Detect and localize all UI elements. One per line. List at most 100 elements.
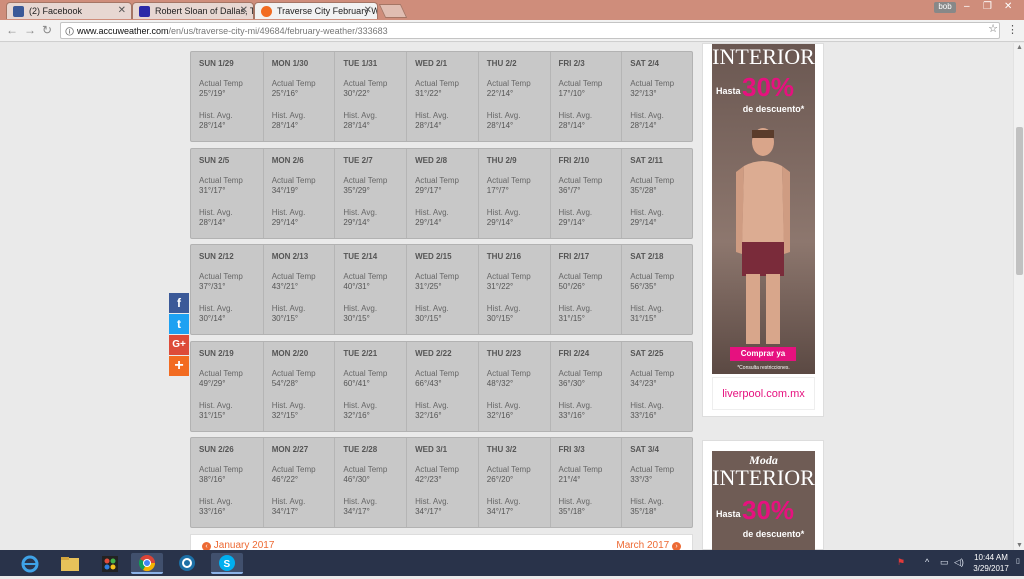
tray-expand-icon[interactable]: ^ (925, 557, 929, 567)
calendar-day[interactable]: SAT 2/4 Actual Temp 32°/13° Hist. Avg. 28°/1… (621, 52, 692, 141)
calendar-day[interactable]: MON 2/6 Actual Temp 34°/19° Hist. Avg. 29°/1… (262, 149, 334, 238)
hist-avg-label: Hist. Avg. (343, 304, 378, 313)
address-bar[interactable]: 🛈 www.accuweather.com/en/us/traverse-cit… (60, 22, 1000, 39)
actual-temp-label: Actual Temp (271, 272, 316, 281)
tab-close-icon[interactable]: ✕ (118, 5, 126, 16)
calendar-day[interactable]: SUN 2/5 Actual Temp 31°/17° Hist. Avg. 28°/1… (191, 149, 262, 238)
volume-icon[interactable]: ◁) (954, 557, 964, 568)
skype-icon[interactable]: S (211, 553, 243, 574)
calendar-day[interactable]: FRI 2/10 Actual Temp 36°/7° Hist. Avg. 29°/1… (549, 149, 621, 238)
tab-close-icon[interactable]: ✕ (364, 5, 372, 16)
ad-logo[interactable]: liverpool.com.mx (712, 377, 815, 410)
calendar-day[interactable]: MON 2/13 Actual Temp 43°/21° Hist. Avg. 30°/… (262, 245, 334, 334)
ad-descuento: de descuento* (742, 104, 805, 114)
profile-button[interactable]: bob (934, 2, 956, 13)
calendar-day[interactable]: SAT 2/18 Actual Temp 56°/35° Hist. Avg. 31°/… (621, 245, 692, 334)
scroll-down-icon[interactable]: ▼ (1016, 542, 1023, 549)
file-explorer-icon[interactable] (54, 553, 86, 574)
calendar-day[interactable]: SAT 3/4 Actual Temp 33°/3° Hist. Avg. 35°/18… (621, 438, 692, 527)
security-alert-icon[interactable]: ⚑ (897, 557, 905, 568)
actual-temp-value: 29°/17° (415, 186, 442, 195)
calendar-day[interactable]: THU 3/2 Actual Temp 26°/20° Hist. Avg. 34°/1… (477, 438, 549, 527)
forward-icon[interactable]: → (24, 23, 36, 37)
calendar-day[interactable]: WED 2/8 Actual Temp 29°/17° Hist. Avg. 29°/1… (406, 149, 477, 238)
calendar-day[interactable]: FRI 2/17 Actual Temp 50°/26° Hist. Avg. 31°/… (549, 245, 621, 334)
share-google-plus-button[interactable]: G+ (169, 335, 189, 355)
calendar-day[interactable]: SAT 2/11 Actual Temp 35°/28° Hist. Avg. 29°/… (621, 149, 692, 238)
calendar-day[interactable]: THU 2/9 Actual Temp 17°/7° Hist. Avg. 29°/14… (477, 149, 549, 238)
tab-traverse-city[interactable]: Traverse City February W ✕ (254, 2, 378, 19)
notifications-icon[interactable]: ▯ (1016, 557, 1020, 565)
calendar-day[interactable]: MON 2/20 Actual Temp 54°/28° Hist. Avg. 32°/… (262, 342, 334, 431)
calendar-day[interactable]: SUN 2/12 Actual Temp 37°/31° Hist. Avg. 30°/… (191, 245, 262, 334)
next-month-link[interactable]: March 2017 › (616, 540, 681, 550)
reload-icon[interactable]: ↻ (42, 23, 52, 37)
app-q-icon[interactable] (171, 553, 203, 574)
calendar-day[interactable]: WED 2/22 Actual Temp 66°/43° Hist. Avg. 32°/… (406, 342, 477, 431)
tab-robert-sloan[interactable]: Robert Sloan of Dallas, T ✕ (132, 2, 254, 19)
calendar-day[interactable]: TUE 2/28 Actual Temp 46°/30° Hist. Avg. 34°/… (334, 438, 405, 527)
ie-icon[interactable] (14, 553, 46, 574)
chrome-taskbar-icon[interactable] (131, 553, 163, 574)
calendar-day[interactable]: WED 3/1 Actual Temp 42°/23° Hist. Avg. 34°/1… (406, 438, 477, 527)
share-more-button[interactable]: + (169, 356, 189, 376)
scroll-up-icon[interactable]: ▲ (1016, 44, 1023, 51)
calendar-day[interactable]: MON 1/30 Actual Temp 25°/16° Hist. Avg. 28°/… (262, 52, 334, 141)
hist-avg-value: 28°/14° (199, 121, 226, 130)
media-app-icon[interactable] (94, 553, 126, 574)
window-close-icon[interactable]: ✕ (1004, 1, 1012, 12)
tab-facebook[interactable]: (2) Facebook ✕ (6, 2, 132, 19)
actual-temp-label: Actual Temp (415, 176, 459, 185)
calendar-day[interactable]: FRI 2/3 Actual Temp 17°/10° Hist. Avg. 28°/1… (549, 52, 621, 141)
tab-close-icon[interactable]: ✕ (240, 5, 248, 16)
ad-banner[interactable]: Moda INTERIOR Hasta 30% de descuento* (712, 451, 815, 550)
calendar-day[interactable]: SUN 1/29 Actual Temp 25°/19° Hist. Avg. 28°/… (191, 52, 262, 141)
calendar-day[interactable]: WED 2/15 Actual Temp 31°/25° Hist. Avg. 30°/… (406, 245, 477, 334)
actual-temp-label: Actual Temp (486, 176, 531, 185)
bookmark-star-icon[interactable]: ☆ (988, 22, 998, 35)
calendar-day[interactable]: TUE 2/21 Actual Temp 60°/41° Hist. Avg. 32°/… (334, 342, 405, 431)
actual-temp-value: 54°/28° (271, 379, 299, 388)
calendar-day[interactable]: THU 2/16 Actual Temp 31°/22° Hist. Avg. 30°/… (477, 245, 549, 334)
actual-temp-label: Actual Temp (343, 465, 388, 474)
back-icon[interactable]: ← (6, 23, 18, 37)
chrome-menu-icon[interactable]: ⋮ (1007, 23, 1018, 36)
calendar-day[interactable]: SUN 2/19 Actual Temp 49°/29° Hist. Avg. 31°/… (191, 342, 262, 431)
scrollbar-thumb[interactable] (1016, 127, 1023, 275)
calendar-day[interactable]: TUE 1/31 Actual Temp 30°/22° Hist. Avg. 28°/… (334, 52, 405, 141)
ad-descuento: de descuento* (742, 529, 805, 539)
page-scrollbar[interactable]: ▲ ▼ (1013, 43, 1024, 550)
actual-temp-label: Actual Temp (558, 176, 603, 185)
ad-buy-button[interactable]: Comprar ya (730, 347, 796, 361)
calendar-day[interactable]: FRI 2/24 Actual Temp 36°/30° Hist. Avg. 33°/… (549, 342, 621, 431)
prev-month-link[interactable]: ‹ January 2017 (202, 540, 274, 550)
hist-avg-value: 30°/15° (271, 314, 299, 323)
advertisement-2[interactable]: Moda INTERIOR Hasta 30% de descuento* (702, 440, 824, 550)
calendar-day[interactable]: TUE 2/14 Actual Temp 40°/31° Hist. Avg. 30°/… (334, 245, 405, 334)
calendar-day[interactable]: THU 2/23 Actual Temp 48°/32° Hist. Avg. 32°/… (477, 342, 549, 431)
calendar-day[interactable]: SUN 2/26 Actual Temp 38°/16° Hist. Avg. 33°/… (191, 438, 262, 527)
day-name: SAT 2/25 (630, 349, 664, 358)
ad-banner[interactable]: INTERIOR Hasta 30% de descuento* Comprar… (712, 44, 815, 374)
url-path: /en/us/traverse-city-mi/49684/february-w… (168, 26, 388, 36)
hist-avg-label: Hist. Avg. (630, 111, 664, 120)
maximize-icon[interactable]: ❐ (983, 1, 992, 12)
minimize-icon[interactable]: – (964, 1, 970, 12)
system-clock[interactable]: 10:44 AM 3/29/2017 (968, 552, 1014, 574)
network-icon[interactable]: ▭ (940, 557, 949, 568)
share-facebook-button[interactable]: f (169, 293, 189, 313)
hist-avg-value: 28°/14° (415, 121, 442, 130)
new-tab-button[interactable] (378, 4, 408, 18)
calendar-day[interactable]: WED 2/1 Actual Temp 31°/22° Hist. Avg. 28°/1… (406, 52, 477, 141)
share-twitter-button[interactable]: t (169, 314, 189, 334)
calendar-day[interactable]: MON 2/27 Actual Temp 46°/22° Hist. Avg. 34°/… (262, 438, 334, 527)
month-navigation: ‹ January 2017 March 2017 › (190, 534, 693, 550)
actual-temp-label: Actual Temp (415, 272, 459, 281)
page-info-icon[interactable]: 🛈 (65, 25, 74, 41)
calendar-day[interactable]: THU 2/2 Actual Temp 22°/14° Hist. Avg. 28°/1… (477, 52, 549, 141)
calendar-day[interactable]: FRI 3/3 Actual Temp 21°/4° Hist. Avg. 35°/18… (549, 438, 621, 527)
advertisement-1[interactable]: INTERIOR Hasta 30% de descuento* Comprar… (702, 43, 824, 417)
ad-hasta: Hasta (716, 509, 741, 519)
calendar-day[interactable]: SAT 2/25 Actual Temp 34°/23° Hist. Avg. 33°/… (621, 342, 692, 431)
calendar-day[interactable]: TUE 2/7 Actual Temp 35°/29° Hist. Avg. 29°/1… (334, 149, 405, 238)
